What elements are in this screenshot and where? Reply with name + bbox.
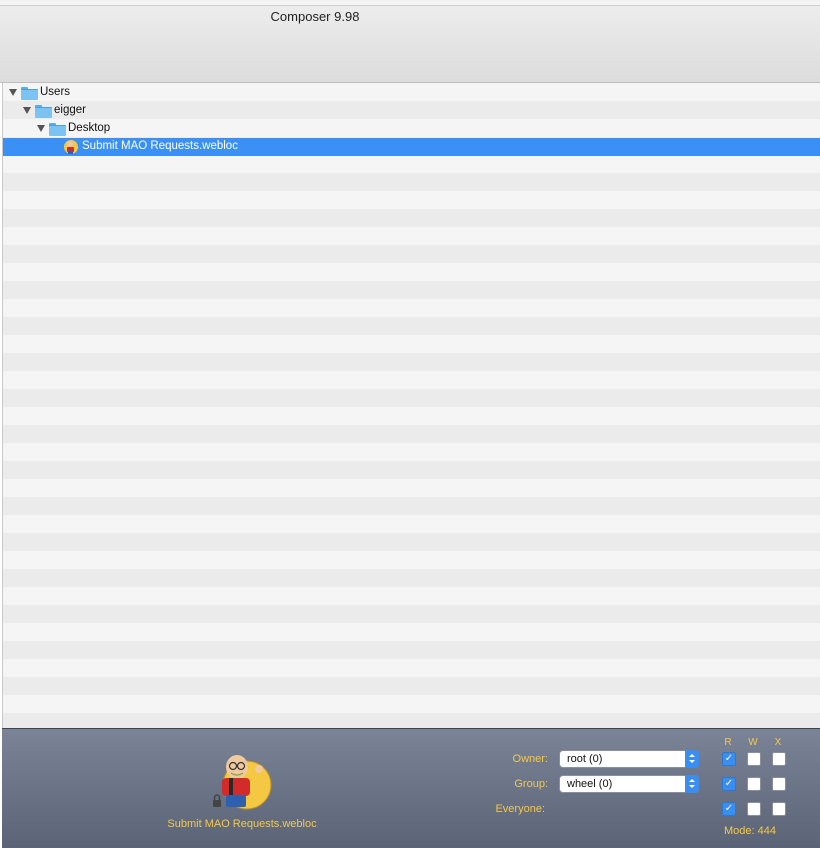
folder-icon [21, 87, 38, 100]
tree-row-label: Submit MAO Requests.webloc [82, 140, 238, 152]
tree-row-label: Desktop [68, 122, 111, 134]
file-tree[interactable]: Users eigger Desktop Submit MAO Requests… [2, 83, 820, 728]
owner-read-checkbox[interactable]: ✓ [722, 752, 736, 766]
disclosure-triangle-icon[interactable] [23, 107, 31, 114]
group-popup[interactable]: wheel (0) [559, 775, 699, 793]
group-popup-value: wheel (0) [567, 778, 613, 790]
inspector-filename: Submit MAO Requests.webloc [167, 818, 317, 830]
tree-row-label: Users [40, 86, 71, 98]
window-title: Composer 9.98 [270, 9, 360, 24]
folder-icon [49, 123, 66, 136]
everyone-label: Everyone: [495, 803, 545, 815]
webloc-mascot-large-icon [213, 755, 272, 810]
column-header-read: R [724, 737, 732, 748]
permissions-inspector: Submit MAO Requests.webloc R W X Owner: … [2, 728, 820, 848]
mode-readout: Mode: 444 [724, 825, 776, 837]
group-label: Group: [514, 778, 548, 790]
tree-row-webloc[interactable]: Submit MAO Requests.webloc [3, 138, 820, 156]
group-execute-checkbox[interactable] [772, 777, 786, 791]
everyone-write-checkbox[interactable] [747, 802, 761, 816]
column-header-execute: X [774, 737, 782, 748]
title-bar: Composer 9.98 [0, 0, 820, 83]
disclosure-triangle-icon[interactable] [37, 125, 45, 132]
tree-row-desktop[interactable]: Desktop [3, 120, 820, 138]
disclosure-triangle-icon[interactable] [9, 89, 17, 96]
tree-row-users[interactable]: Users [3, 84, 820, 102]
owner-write-checkbox[interactable] [747, 752, 761, 766]
owner-popup-value: root (0) [567, 753, 603, 765]
popup-arrows-icon [685, 775, 699, 793]
group-read-checkbox[interactable]: ✓ [722, 777, 736, 791]
column-header-write: W [748, 737, 758, 748]
webloc-mascot-icon [64, 140, 78, 154]
popup-arrows-icon [685, 750, 699, 768]
owner-label: Owner: [512, 753, 548, 765]
everyone-read-checkbox[interactable]: ✓ [722, 802, 736, 816]
tree-row-eigger[interactable]: eigger [3, 102, 820, 120]
owner-execute-checkbox[interactable] [772, 752, 786, 766]
group-write-checkbox[interactable] [747, 777, 761, 791]
folder-icon [35, 105, 52, 118]
top-strip [0, 0, 820, 6]
tree-row-label: eigger [54, 104, 86, 116]
owner-popup[interactable]: root (0) [559, 750, 699, 768]
everyone-execute-checkbox[interactable] [772, 802, 786, 816]
